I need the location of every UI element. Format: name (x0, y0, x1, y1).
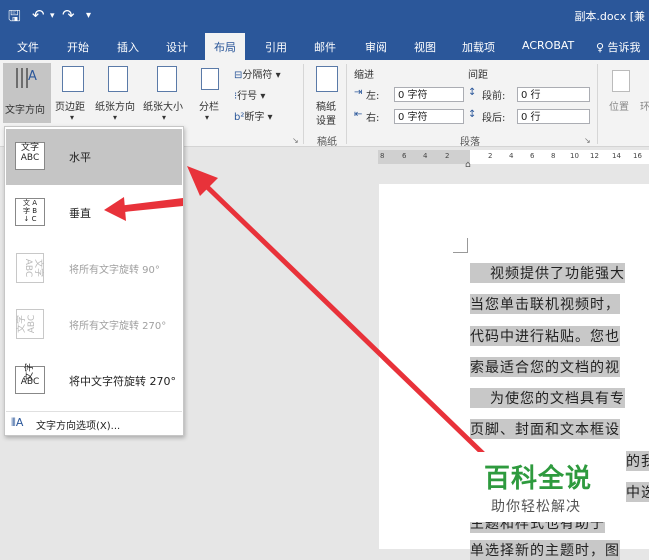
arrow-to-text-direction (198, 178, 502, 472)
arrow-to-vertical-head (104, 197, 126, 221)
watermark-subtitle: 助你轻松解决 (491, 499, 581, 515)
watermark-title: 百科全说 (484, 464, 593, 494)
watermark: 百科全说 助你轻松解决 (466, 452, 626, 522)
